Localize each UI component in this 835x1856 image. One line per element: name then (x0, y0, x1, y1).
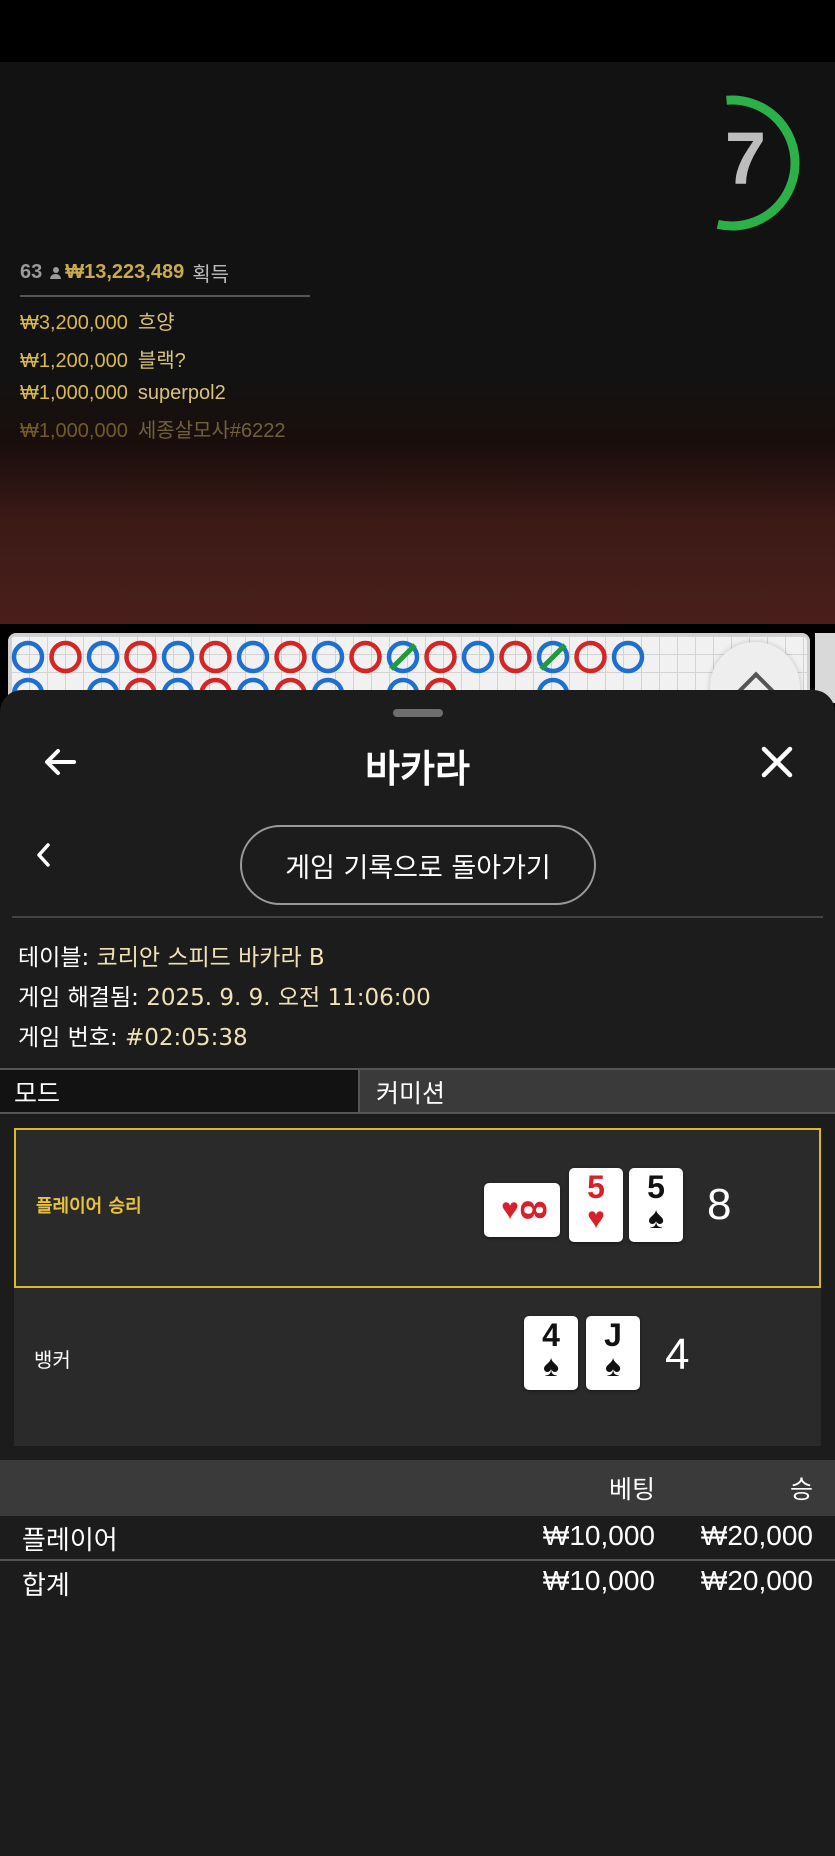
playing-card: 5 ♥ (569, 1168, 623, 1242)
road-marker-banker (274, 640, 307, 674)
table-value: 코리안 스피드 바카라 B (96, 945, 325, 971)
game-history-sheet: 바카라 게임 기록으로 돌아가기 테이블: 코리안 스피드 바카라 B 게임 해… (0, 690, 835, 1856)
card-rank: 4 (542, 1317, 560, 1353)
winner-name: 흐양 (137, 312, 175, 334)
back-to-history-button[interactable]: 게임 기록으로 돌아가기 (240, 825, 596, 905)
winner-amount: ₩3,200,000 (20, 312, 128, 334)
card-suit: ♠ (648, 1202, 664, 1235)
card-rank: 5 (587, 1169, 605, 1205)
player-result-row: 플레이어 승리 ♥ 8 5 ♥ 5 ♠ 8 (14, 1128, 821, 1288)
total-row: 합계 ₩10,000 ₩20,000 (0, 1561, 835, 1605)
bet-label: 플레이어 (22, 1526, 118, 1556)
winner-row: ₩3,200,000 흐양 (20, 306, 310, 335)
winner-amount: ₩1,000,000 (20, 382, 128, 404)
winner-row: ₩1,000,000 세종살모사#6222 (20, 414, 310, 443)
card-suit: ♠ (605, 1350, 621, 1383)
table-info: 테이블: 코리안 스피드 바카라 B (18, 938, 325, 972)
road-marker-player (236, 640, 270, 674)
banker-result-label: 뱅커 (34, 1348, 71, 1372)
bets-column-win: 승 (789, 1475, 813, 1504)
road-marker-player (311, 640, 345, 674)
total-bet-amount: ₩10,000 (542, 1565, 655, 1596)
total-win-amount: ₩20,000 (700, 1565, 813, 1596)
playing-card: 5 ♠ (629, 1168, 683, 1242)
road-marker-player (11, 640, 45, 674)
road-marker-banker (574, 640, 607, 674)
road-marker-player (611, 640, 645, 674)
drag-handle[interactable] (393, 709, 443, 717)
divider (12, 916, 823, 918)
countdown-timer: 7 (698, 88, 808, 238)
road-marker-banker (199, 640, 232, 674)
road-marker-banker (49, 640, 82, 674)
bets-table-header: 베팅 승 (0, 1460, 835, 1516)
card-suit: ♥ (587, 1202, 605, 1235)
game-number-info: 게임 번호: #02:05:38 (18, 1018, 248, 1052)
person-icon (50, 266, 62, 279)
winner-name: 블랙? (137, 350, 186, 372)
card-rank: J (604, 1317, 622, 1353)
road-marker-player (86, 640, 120, 674)
sheet-title: 바카라 (365, 747, 470, 791)
card-rank: 5 (647, 1169, 665, 1205)
player-result-label: 플레이어 승리 (36, 1196, 142, 1217)
winner-row: ₩1,200,000 블랙? (20, 344, 310, 373)
win-amount: ₩20,000 (700, 1520, 813, 1551)
bet-amount: ₩10,000 (542, 1520, 655, 1551)
tab-commission[interactable]: 커미션 (360, 1070, 835, 1112)
road-marker-banker (424, 640, 457, 674)
resolved-label: 게임 해결됨: (18, 985, 139, 1011)
winners-total: ₩13,223,489 (65, 261, 185, 283)
winners-count: 63 (20, 261, 43, 283)
road-marker-banker (124, 640, 157, 674)
winners-suffix: 획득 (192, 264, 230, 286)
resolved-info: 게임 해결됨: 2025. 9. 9. 오전 11:06:00 (18, 978, 431, 1012)
playing-card: 4 ♠ (524, 1316, 578, 1390)
banker-result-row: 뱅커 4 ♠ J ♠ 4 (14, 1288, 821, 1446)
banker-score: 4 (665, 1330, 690, 1379)
winner-amount: ₩1,000,000 (20, 420, 128, 442)
close-icon[interactable] (757, 742, 797, 782)
resolved-value: 2025. 9. 9. 오전 11:06:00 (146, 985, 431, 1011)
chevron-left-icon[interactable] (30, 838, 56, 872)
table-label: 테이블: (18, 945, 90, 971)
bets-column-bet: 베팅 (608, 1475, 655, 1504)
road-marker-banker (499, 640, 532, 674)
winner-name: 세종살모사#6222 (137, 420, 286, 442)
game-number-value: #02:05:38 (125, 1025, 248, 1051)
winners-summary: 63 ₩13,223,489 획득 (20, 258, 310, 297)
player-score: 8 (707, 1180, 732, 1229)
road-marker-banker (349, 640, 382, 674)
winner-row: ₩1,000,000 superpol2 (20, 382, 310, 405)
road-marker-player (161, 640, 195, 674)
winner-name: superpol2 (137, 382, 226, 404)
total-label: 합계 (22, 1571, 70, 1601)
winners-list: 63 ₩13,223,489 획득 ₩3,200,000 흐양 ₩1,200,00… (20, 258, 310, 443)
result-panel: 플레이어 승리 ♥ 8 5 ♥ 5 ♠ 8 뱅커 4 ♠ J ♠ 4 (14, 1128, 821, 1446)
mode-bar: 모드 커미션 (0, 1068, 835, 1114)
table-row: 플레이어 ₩10,000 ₩20,000 (0, 1516, 835, 1560)
card-suit: ♠ (543, 1350, 559, 1383)
playing-card-sideways: ♥ 8 (484, 1183, 560, 1237)
status-bar (0, 0, 835, 62)
winner-amount: ₩1,200,000 (20, 350, 128, 372)
road-marker-player (461, 640, 495, 674)
card-rank: 8 (512, 1199, 554, 1221)
tab-mode[interactable]: 모드 (0, 1070, 360, 1112)
timer-seconds: 7 (724, 117, 766, 200)
playing-card: J ♠ (586, 1316, 640, 1390)
game-number-label: 게임 번호: (18, 1025, 118, 1051)
